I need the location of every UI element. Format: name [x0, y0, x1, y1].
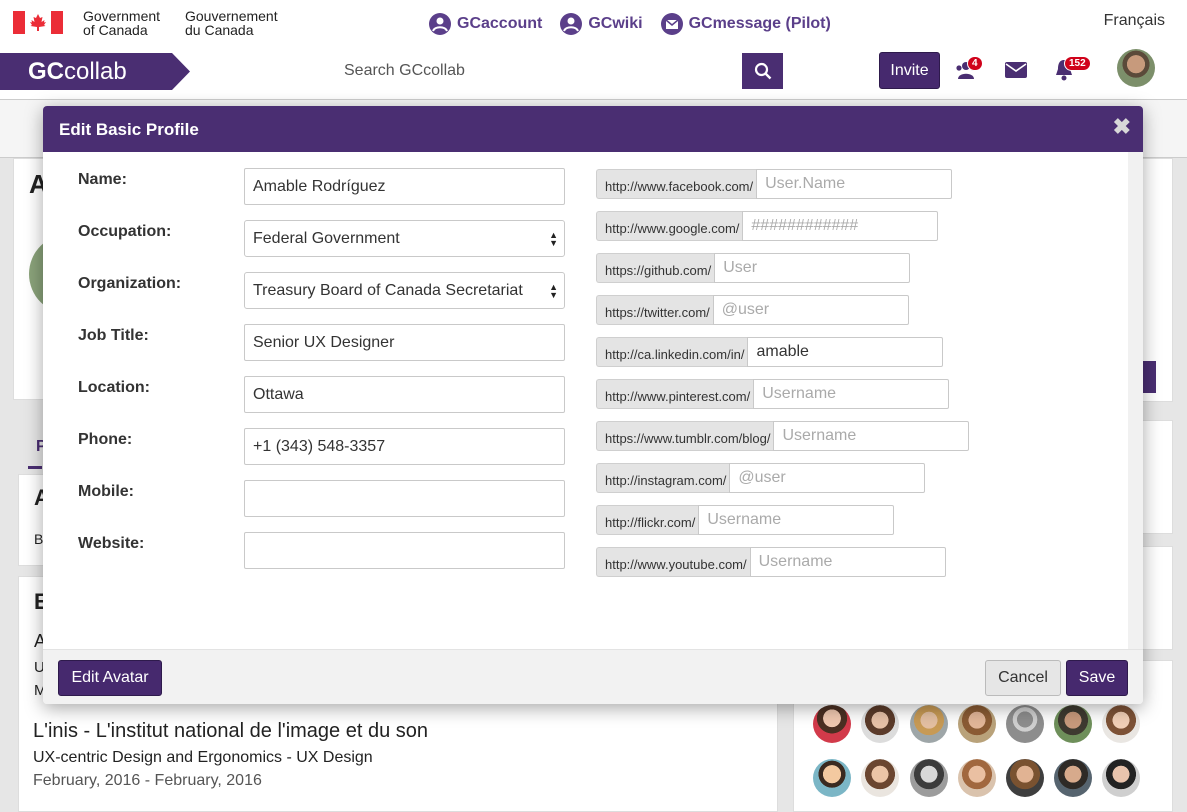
tumblr-field[interactable] [773, 421, 970, 451]
location-field[interactable] [244, 376, 565, 413]
google-input-group: http://www.google.com/ [596, 211, 939, 241]
gcmessage-icon [660, 13, 683, 35]
modal-scrollbar[interactable] [1128, 152, 1143, 649]
tumblr-prefix: https://www.tumblr.com/blog/ [596, 421, 774, 451]
gc-app-links: GCaccount GCwiki GCmessage (Pilot) [428, 12, 831, 36]
colleague-requests-button[interactable]: 4 [955, 56, 983, 85]
job-title-field[interactable] [244, 324, 565, 361]
modal-header: Edit Basic Profile ✖ [43, 106, 1143, 152]
mobile-label: Mobile: [78, 483, 134, 500]
facebook-field[interactable] [756, 169, 953, 199]
flickr-input-group: http://flickr.com/ [596, 505, 895, 535]
tumblr-input-group: https://www.tumblr.com/blog/ [596, 421, 970, 451]
select-arrows-icon: ▲ ▼ [549, 282, 558, 300]
twitter-input-group: https://twitter.com/ [596, 295, 909, 325]
organization-label: Organization: [78, 275, 182, 292]
gcwiki-link[interactable]: GCwiki [559, 12, 643, 36]
gcaccount-link[interactable]: GCaccount [428, 12, 542, 36]
twitter-field[interactable] [712, 295, 909, 325]
instagram-prefix: http://instagram.com/ [596, 463, 730, 493]
linkedin-field[interactable] [747, 337, 944, 367]
messages-button[interactable] [1005, 62, 1027, 83]
canada-flag-icon [13, 11, 63, 34]
invite-button[interactable]: Invite [879, 52, 940, 89]
location-label: Location: [78, 379, 150, 396]
envelope-icon [1005, 62, 1027, 78]
user-avatar[interactable] [1117, 49, 1155, 87]
phone-field[interactable] [244, 428, 565, 465]
facebook-prefix: http://www.facebook.com/ [596, 169, 757, 199]
search-button[interactable] [742, 53, 783, 89]
cancel-button[interactable]: Cancel [985, 660, 1061, 696]
facebook-input-group: http://www.facebook.com/ [596, 169, 953, 199]
occupation-select[interactable]: Federal Government ▲ ▼ [244, 220, 565, 257]
google-prefix: http://www.google.com/ [596, 211, 743, 241]
government-of-canada-en: Government of Canada [83, 8, 161, 38]
gcwiki-icon [560, 13, 583, 35]
notifications-badge: 152 [1064, 56, 1091, 71]
flickr-prefix: http://flickr.com/ [596, 505, 699, 535]
youtube-input-group: http://www.youtube.com/ [596, 547, 946, 577]
mobile-field[interactable] [244, 480, 565, 517]
gcaccount-icon [429, 13, 451, 35]
search-input[interactable] [336, 53, 742, 89]
phone-label: Phone: [78, 431, 133, 448]
pinterest-field[interactable] [753, 379, 950, 409]
select-arrows-icon: ▲ ▼ [549, 230, 558, 248]
search-icon [754, 62, 771, 80]
modal-title: Edit Basic Profile [59, 120, 199, 139]
linkedin-prefix: http://ca.linkedin.com/in/ [596, 337, 748, 367]
site-header: GCcollab Invite 4 152 [0, 46, 1187, 100]
twitter-prefix: https://twitter.com/ [596, 295, 713, 325]
youtube-prefix: http://www.youtube.com/ [596, 547, 750, 577]
modal-footer: Edit Avatar Cancel Save [43, 649, 1143, 704]
save-button[interactable]: Save [1066, 660, 1128, 696]
organization-select[interactable]: Treasury Board of Canada Secretariat ▲ ▼ [244, 272, 565, 309]
government-of-canada-fr: Gouvernement du Canada [185, 8, 278, 38]
occupation-label: Occupation: [78, 223, 172, 240]
name-field[interactable] [244, 168, 565, 205]
github-input-group: https://github.com/ [596, 253, 911, 283]
job-title-label: Job Title: [78, 327, 149, 344]
edit-avatar-button[interactable]: Edit Avatar [58, 660, 162, 696]
modal-body: Name: Occupation: Federal Government ▲▼ … [43, 152, 1128, 649]
gcmessage-link[interactable]: GCmessage (Pilot) [660, 12, 831, 36]
government-bar: Government of Canada Gouvernement du Can… [0, 0, 1187, 46]
github-field[interactable] [714, 253, 911, 283]
youtube-field[interactable] [749, 547, 946, 577]
close-icon[interactable]: ✖ [1113, 116, 1131, 138]
flickr-field[interactable] [698, 505, 895, 535]
instagram-field[interactable] [729, 463, 926, 493]
linkedin-input-group: http://ca.linkedin.com/in/ [596, 337, 944, 367]
edit-basic-profile-modal: Edit Basic Profile ✖ Name: Occupation: F… [43, 106, 1143, 704]
gccollab-logo[interactable]: GCcollab [0, 53, 190, 90]
pinterest-input-group: http://www.pinterest.com/ [596, 379, 950, 409]
notifications-button[interactable]: 152 [1054, 56, 1091, 86]
instagram-input-group: http://instagram.com/ [596, 463, 926, 493]
github-prefix: https://github.com/ [596, 253, 715, 283]
colleague-requests-badge: 4 [967, 56, 983, 71]
language-toggle-link[interactable]: Français [1104, 12, 1165, 30]
website-label: Website: [78, 535, 145, 552]
pinterest-prefix: http://www.pinterest.com/ [596, 379, 754, 409]
website-field[interactable] [244, 532, 565, 569]
google-field[interactable] [742, 211, 939, 241]
name-label: Name: [78, 171, 127, 188]
